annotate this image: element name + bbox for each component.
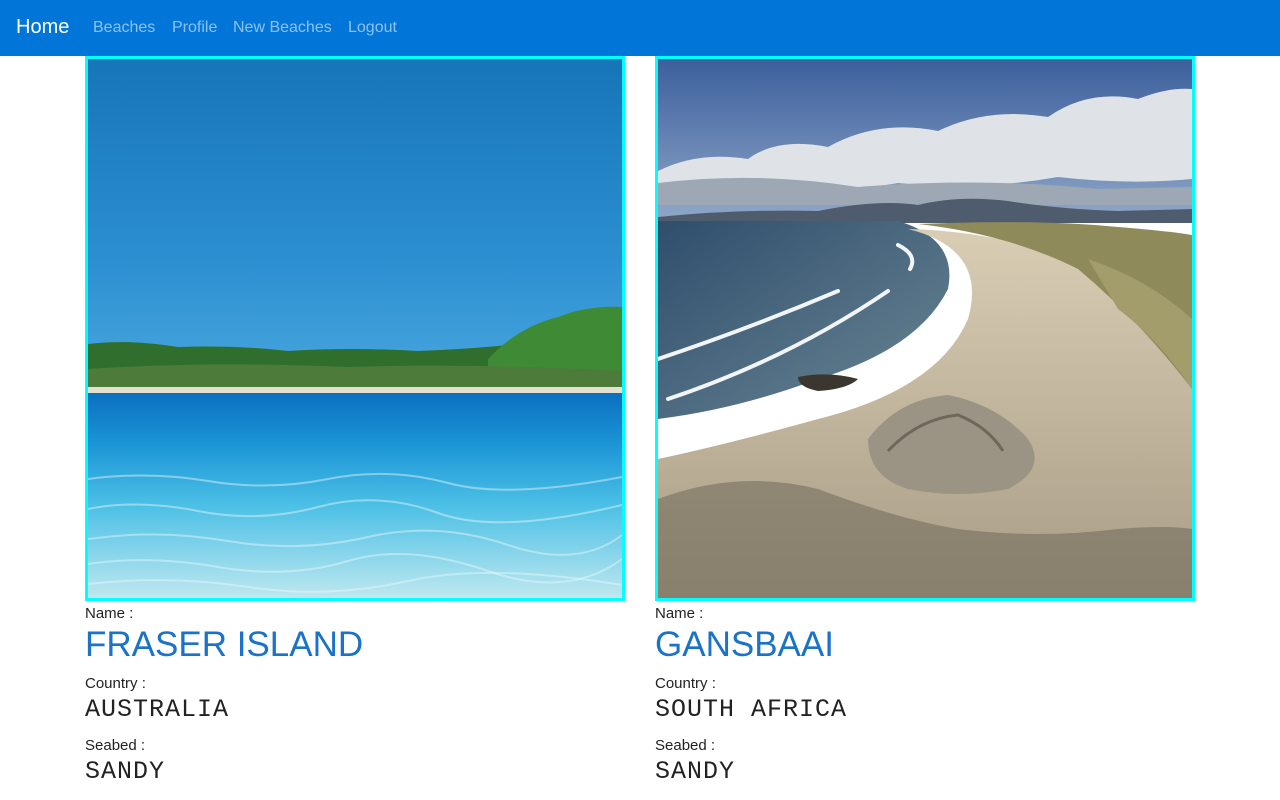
beach-card: Name : FRASER ISLAND Country : AUSTRALIA…	[85, 56, 625, 786]
beach-card: Name : GANSBAAI Country : SOUTH AFRICA S…	[655, 56, 1195, 786]
country-label: Country :	[85, 675, 146, 692]
beach-country: SOUTH AFRICA	[655, 695, 848, 724]
nav-link-new-beaches[interactable]: New Beaches	[233, 18, 332, 38]
nav-link-beaches[interactable]: Beaches	[93, 18, 155, 38]
seabed-label: Seabed :	[655, 737, 716, 754]
beach-name: FRASER ISLAND	[85, 625, 364, 664]
nav-home-link[interactable]: Home	[16, 15, 69, 39]
beach-seabed: SANDY	[655, 757, 736, 786]
gansbaai-beach-photo	[658, 59, 1192, 598]
nav-link-logout[interactable]: Logout	[348, 18, 397, 38]
name-label: Name :	[85, 605, 134, 622]
beach-photo	[655, 56, 1195, 601]
seabed-label: Seabed :	[85, 737, 146, 754]
beach-country: AUSTRALIA	[85, 695, 230, 724]
fraser-island-beach-photo	[88, 59, 622, 598]
beach-name: GANSBAAI	[655, 625, 834, 664]
name-label: Name :	[655, 605, 704, 622]
beach-photo	[85, 56, 625, 601]
beach-seabed: SANDY	[85, 757, 166, 786]
nav-link-profile[interactable]: Profile	[172, 18, 217, 38]
country-label: Country :	[655, 675, 716, 692]
top-navbar: Home Beaches Profile New Beaches Logout	[0, 0, 1280, 56]
